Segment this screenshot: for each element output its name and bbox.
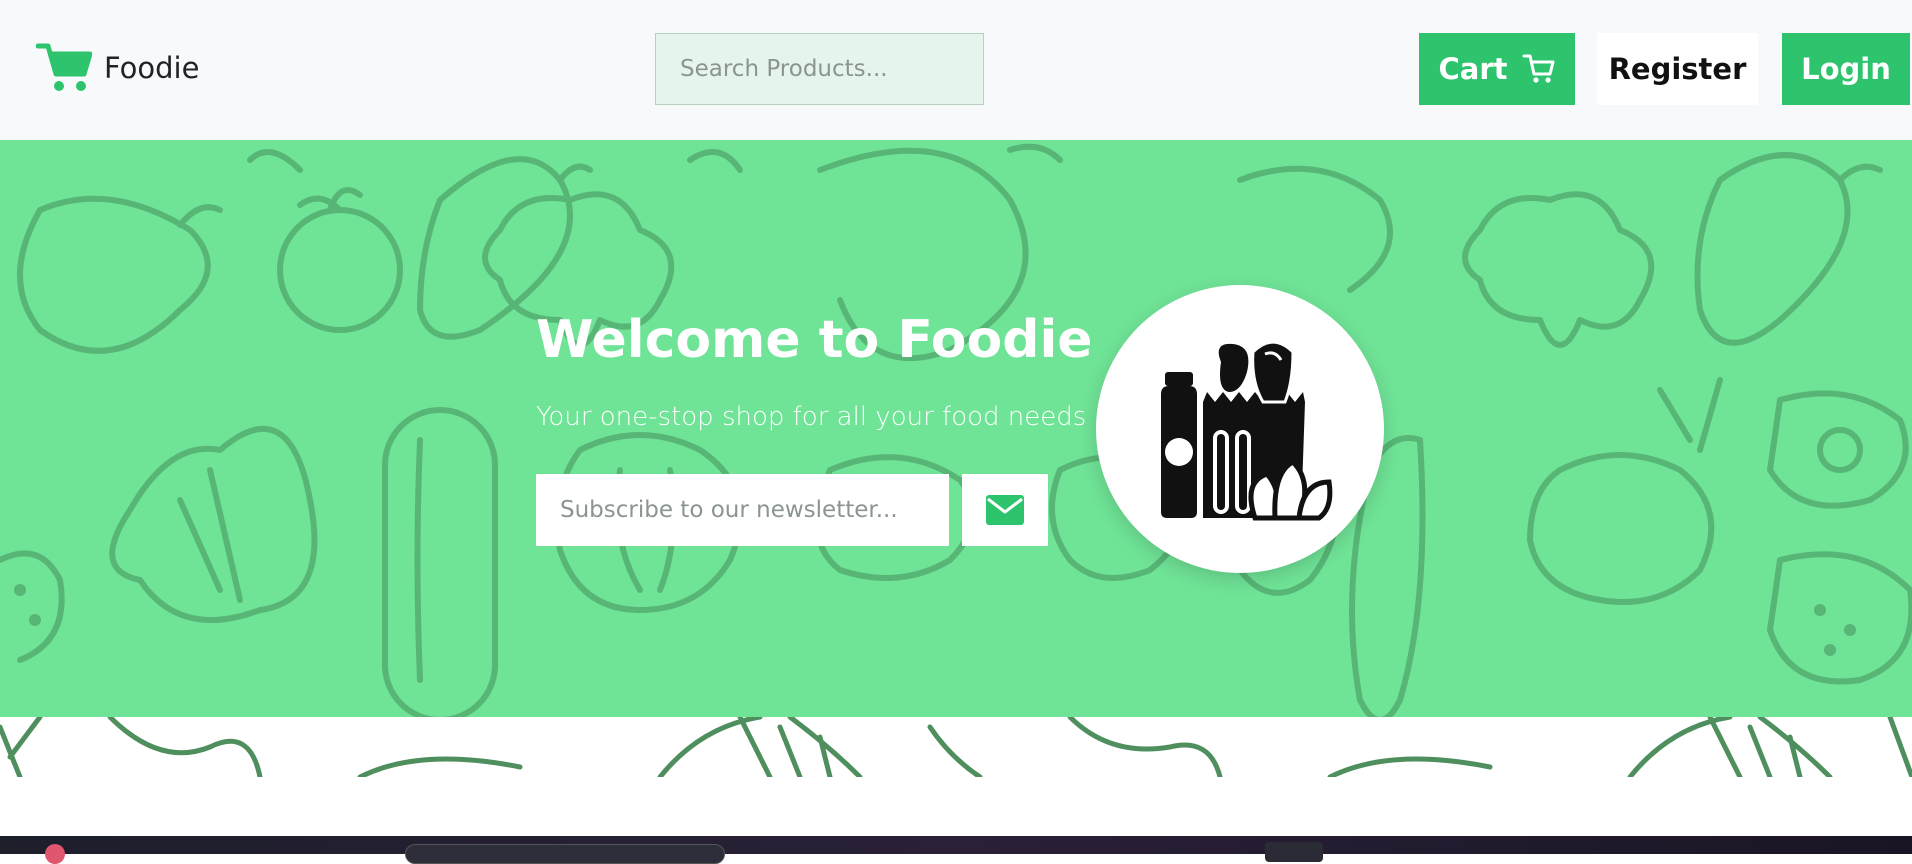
os-taskbar (0, 836, 1912, 864)
cart-label: Cart (1438, 52, 1508, 86)
cart-button[interactable]: Cart (1419, 33, 1575, 105)
pattern-strip (0, 717, 1912, 777)
register-button[interactable]: Register (1597, 33, 1758, 105)
taskbar-app-button[interactable] (1265, 842, 1323, 862)
taskbar-app-icon[interactable] (45, 844, 65, 864)
brand-name: Foodie (104, 51, 200, 85)
shopping-cart-icon (36, 43, 92, 91)
hero-title: Welcome to Foodie (536, 310, 1093, 370)
brand-logo[interactable]: Foodie (36, 42, 199, 94)
grocery-bag-icon (1160, 340, 1332, 520)
subscribe-button[interactable] (962, 474, 1048, 546)
login-button[interactable]: Login (1782, 33, 1910, 105)
search-input[interactable] (655, 33, 984, 105)
hero-subtitle: Your one-stop shop for all your food nee… (536, 402, 1087, 432)
navbar: Foodie Cart Register Login (0, 0, 1912, 140)
taskbar-search[interactable] (405, 844, 725, 864)
hero-illustration (1096, 285, 1384, 573)
cart-icon (1522, 54, 1555, 83)
newsletter-input[interactable] (536, 474, 949, 546)
hero-section: Welcome to Foodie Your one-stop shop for… (0, 140, 1912, 717)
vegetable-pattern-strip (0, 717, 1912, 777)
envelope-icon (986, 495, 1024, 525)
